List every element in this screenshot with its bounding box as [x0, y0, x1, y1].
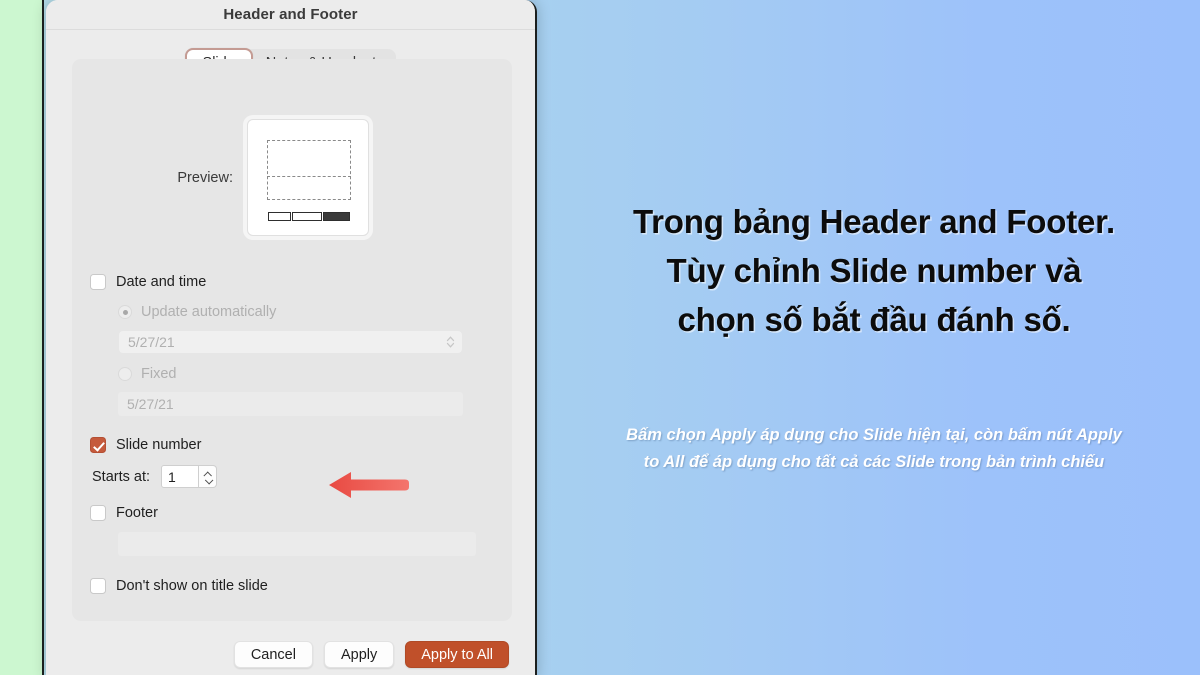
preview-bar-left: [268, 212, 291, 221]
preview-placeholder-box: [267, 140, 351, 200]
update-automatically-radio[interactable]: [118, 305, 132, 319]
date-and-time-row[interactable]: Date and time: [90, 274, 494, 290]
footer-checkbox[interactable]: [90, 505, 106, 521]
starts-at-value: 1: [168, 468, 176, 485]
preview-row: Preview:: [72, 119, 512, 236]
pointer-arrow-icon: [329, 471, 409, 499]
footer-row[interactable]: Footer: [90, 505, 494, 521]
dialog-title: Header and Footer: [223, 6, 358, 23]
chevron-up-icon[interactable]: [204, 472, 211, 476]
slide-number-row[interactable]: Slide number: [90, 437, 494, 453]
starts-at-label: Starts at:: [92, 468, 151, 485]
dialog-titlebar: Header and Footer: [46, 0, 535, 30]
starts-at-input[interactable]: 1: [161, 465, 200, 488]
cancel-button[interactable]: Cancel: [233, 641, 313, 668]
preview-label: Preview:: [177, 169, 233, 186]
annotation-caption: Bấm chọn Apply áp dụng cho Slide hiện tạ…: [548, 422, 1200, 475]
preview-bar-center: [292, 212, 322, 221]
fixed-label: Fixed: [141, 366, 177, 382]
annotation-headline-line-2: Tùy chỉnh Slide number và: [666, 251, 1082, 289]
update-automatically-row[interactable]: Update automatically: [118, 304, 494, 320]
fixed-radio[interactable]: [118, 367, 132, 381]
annotation-caption-line-1: Bấm chọn Apply áp dụng cho Slide hiện tạ…: [626, 426, 1122, 444]
slide-number-checkbox[interactable]: [90, 437, 106, 453]
update-automatically-label: Update automatically: [141, 304, 277, 320]
dont-show-on-title-slide-label: Don't show on title slide: [116, 578, 268, 594]
date-format-value: 5/27/21: [128, 334, 175, 350]
footer-text-input[interactable]: [118, 532, 476, 556]
preview-footer-bars: [268, 212, 350, 221]
options-list: Date and time Update automatically 5/27/…: [90, 274, 494, 594]
starts-at-stepper[interactable]: [199, 465, 218, 488]
slide-canvas: Header and Footer Slide Notes & Handouts…: [0, 0, 1200, 675]
date-and-time-checkbox[interactable]: [90, 274, 106, 290]
annotation-headline: Trong bảng Header and Footer. Tùy chỉnh …: [548, 198, 1200, 344]
options-panel: Preview: Date and time Update automatica…: [72, 59, 512, 621]
annotation-caption-line-2: to All để áp dụng cho tất cả các Slide t…: [643, 452, 1105, 471]
dont-show-on-title-slide-checkbox[interactable]: [90, 578, 106, 594]
date-format-select[interactable]: 5/27/21: [118, 330, 463, 354]
footer-label: Footer: [116, 505, 158, 521]
date-and-time-label: Date and time: [116, 274, 207, 290]
apply-button[interactable]: Apply: [323, 641, 395, 668]
slide-number-label: Slide number: [116, 437, 202, 453]
dont-show-on-title-slide-row[interactable]: Don't show on title slide: [90, 578, 494, 594]
header-and-footer-dialog: Header and Footer Slide Notes & Handouts…: [46, 0, 537, 675]
left-green-strip: [0, 0, 44, 675]
fixed-row[interactable]: Fixed: [118, 366, 494, 382]
annotation-headline-line-1: Trong bảng Header and Footer.: [633, 203, 1115, 240]
annotation-headline-line-3: chọn số bắt đầu đánh số.: [677, 300, 1071, 338]
starts-at-row: Starts at: 1: [92, 465, 494, 488]
chevron-updown-icon: [446, 335, 455, 349]
preview-thumbnail: [247, 119, 369, 236]
preview-bar-slide-number: [323, 212, 350, 221]
apply-to-all-button[interactable]: Apply to All: [405, 641, 509, 668]
preview-placeholder-divider: [267, 176, 351, 177]
fixed-date-input[interactable]: 5/27/21: [118, 392, 463, 416]
dialog-button-bar: Cancel Apply Apply to All: [233, 641, 509, 668]
fixed-date-value: 5/27/21: [127, 396, 174, 412]
chevron-down-icon[interactable]: [204, 478, 211, 482]
annotation-text-area: Trong bảng Header and Footer. Tùy chỉnh …: [548, 0, 1200, 675]
